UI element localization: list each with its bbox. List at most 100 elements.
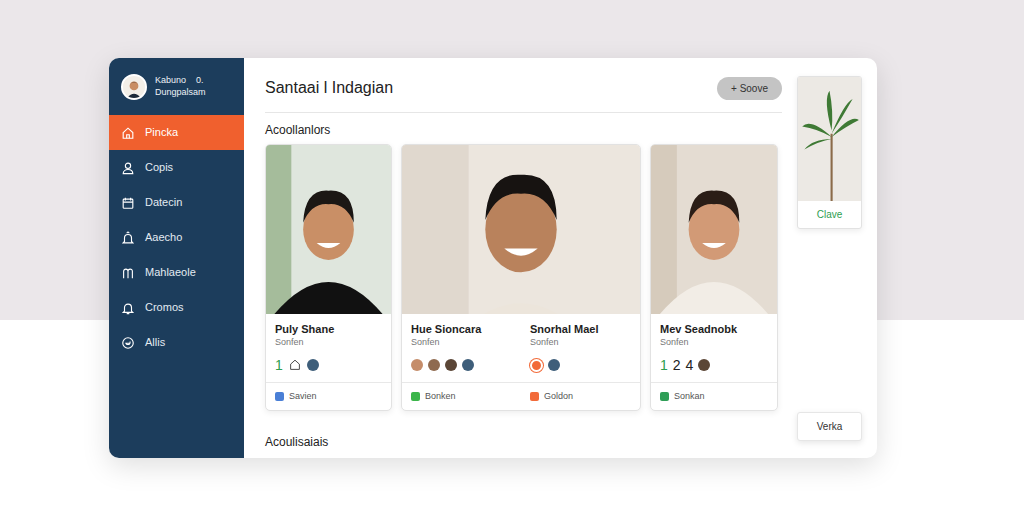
photo-placeholder xyxy=(266,145,391,314)
person-photo xyxy=(402,145,640,314)
photo-placeholder xyxy=(651,145,777,314)
arches-icon xyxy=(121,266,135,280)
stat-row: 1 xyxy=(275,356,382,374)
circle-e-icon xyxy=(121,336,135,350)
user-subtitle: Dungpalsam xyxy=(155,87,206,98)
tag-icon xyxy=(660,392,669,401)
user-badge: 0. xyxy=(196,75,204,85)
person-card[interactable]: Mev SeadnobkSonfen 124 Sonkan xyxy=(650,144,778,411)
app-window: Kabuno 0. Dungpalsam Pincka Copis Datecin Aaec… xyxy=(109,58,877,458)
person-subtitle: Sonfen xyxy=(660,336,768,348)
plant-card[interactable]: Clave xyxy=(797,76,862,229)
title-row: Santaai l Indagian + Soove xyxy=(265,76,782,113)
avatar-icon xyxy=(698,359,710,371)
sidebar: Kabuno 0. Dungpalsam Pincka Copis Datecin Aaec… xyxy=(109,58,244,458)
person-photo xyxy=(266,145,391,314)
tag-icon xyxy=(411,392,420,401)
sidebar-label: Pincka xyxy=(145,124,178,141)
stat-count: 1 xyxy=(660,357,668,373)
sidebar-label: Copis xyxy=(145,159,173,176)
footer-label: Bonken xyxy=(425,390,456,404)
user-icon xyxy=(121,161,135,175)
content-column: Santaai l Indagian + Soove Acoollanlors Pul… xyxy=(265,76,782,458)
user-line: Kabuno 0. xyxy=(155,75,206,86)
footer-item[interactable]: Goldon xyxy=(521,383,640,410)
footer-label: Sonkan xyxy=(674,390,705,404)
sidebar-label: Aaecho xyxy=(145,229,182,246)
avatar-icon xyxy=(411,359,423,371)
footer-item[interactable]: Sonkan xyxy=(651,383,777,410)
stat-row xyxy=(411,356,512,374)
card-footer: Bonken Goldon xyxy=(402,382,640,410)
outline-icon xyxy=(288,358,302,372)
footer-item[interactable]: Bonken xyxy=(402,383,521,410)
person-subtitle: Sonfen xyxy=(530,336,631,348)
person-card[interactable]: Puly ShaneSonfen 1 Savien xyxy=(265,144,392,411)
user-info: Kabuno 0. Dungpalsam xyxy=(155,75,206,98)
sidebar-item[interactable]: Datecin xyxy=(109,185,244,220)
person-subtitle: Sonfen xyxy=(411,336,512,348)
soove-button[interactable]: + Soove xyxy=(717,77,782,100)
plant-placeholder xyxy=(798,77,861,201)
card-row: Puly ShaneSonfen1SavienHue SioncaraSonfe… xyxy=(265,144,782,411)
page-title: Santaai l Indagian xyxy=(265,76,393,100)
sidebar-item[interactable]: Cromos xyxy=(109,290,244,325)
tag-icon xyxy=(530,392,539,401)
footer-label: Goldon xyxy=(544,390,573,404)
stage: Kabuno 0. Dungpalsam Pincka Copis Datecin Aaec… xyxy=(0,0,1024,458)
stat-row xyxy=(530,356,631,374)
person-name: Mev Seadnobk xyxy=(660,322,768,336)
stat-count: 1 xyxy=(275,357,283,373)
person-name: Puly Shane xyxy=(275,322,382,336)
plant-photo xyxy=(798,77,861,201)
plant-caption: Clave xyxy=(798,201,861,228)
bell-icon xyxy=(121,301,135,315)
person-info: Hue SioncaraSonfen xyxy=(402,314,521,382)
person-name: Snorhal Mael xyxy=(530,322,631,336)
right-column: Clave Verka xyxy=(797,76,862,458)
tag-icon xyxy=(275,392,284,401)
person-info: Snorhal MaelSonfen xyxy=(521,314,640,382)
photo-placeholder xyxy=(402,145,640,314)
person-photo xyxy=(651,145,777,314)
person-subtitle: Sonfen xyxy=(275,336,382,348)
status-dot xyxy=(530,359,543,372)
card-info: Hue SioncaraSonfenSnorhal MaelSonfen xyxy=(402,314,640,382)
sidebar-item[interactable]: Copis xyxy=(109,150,244,185)
stat-row: 124 xyxy=(660,356,768,374)
person-name: Hue Sioncara xyxy=(411,322,512,336)
person-info: Puly ShaneSonfen 1 xyxy=(266,314,391,382)
person-info: Mev SeadnobkSonfen 124 xyxy=(651,314,777,382)
card-footer: Sonkan xyxy=(651,382,777,410)
avatar-icon xyxy=(548,359,560,371)
sidebar-item[interactable]: Aaecho xyxy=(109,220,244,255)
card-info: Puly ShaneSonfen 1 xyxy=(266,314,391,382)
sidebar-label: Cromos xyxy=(145,299,184,316)
user-avatar[interactable] xyxy=(121,74,147,100)
footer-item[interactable]: Savien xyxy=(266,383,391,410)
sidebar-item[interactable]: Mahlaeole xyxy=(109,255,244,290)
avatar-icon xyxy=(428,359,440,371)
sidebar-item[interactable]: Allis xyxy=(109,325,244,360)
user-name: Kabuno xyxy=(155,75,186,85)
section-label: Acoulisaiais xyxy=(265,435,782,449)
avatar-icon xyxy=(462,359,474,371)
home-icon xyxy=(121,126,135,140)
sidebar-label: Datecin xyxy=(145,194,182,211)
card-footer: Savien xyxy=(266,382,391,410)
user-box: Kabuno 0. Dungpalsam xyxy=(109,58,244,115)
sidebar-label: Mahlaeole xyxy=(145,264,196,281)
bell-icon xyxy=(121,231,135,245)
main-area: Santaai l Indagian + Soove Acoollanlors Pul… xyxy=(244,58,877,458)
card-info: Mev SeadnobkSonfen 124 xyxy=(651,314,777,382)
sidebar-item[interactable]: Pincka xyxy=(109,115,244,150)
calendar-icon xyxy=(121,196,135,210)
person-card[interactable]: Hue SioncaraSonfenSnorhal MaelSonfenBonk… xyxy=(401,144,641,411)
stat-count: 4 xyxy=(686,357,694,373)
verka-button[interactable]: Verka xyxy=(797,412,862,441)
avatar-icon xyxy=(123,77,145,99)
avatar-icon xyxy=(445,359,457,371)
footer-label: Savien xyxy=(289,390,317,404)
avatar-icon xyxy=(307,359,319,371)
section-label: Acoollanlors xyxy=(265,123,782,137)
